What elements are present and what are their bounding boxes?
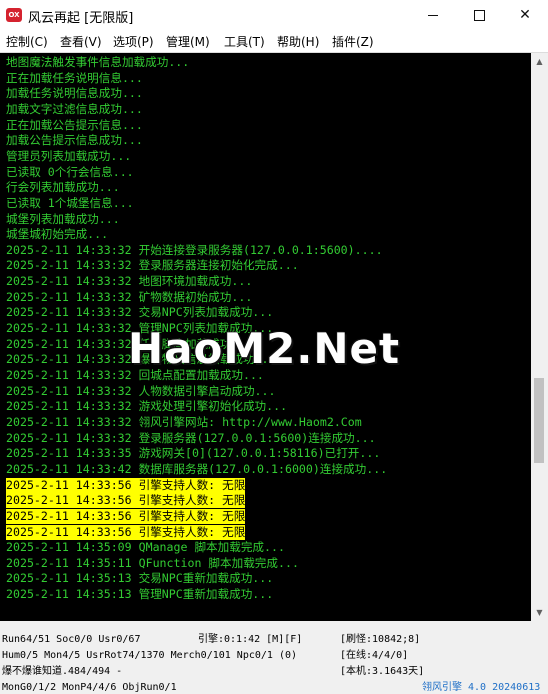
log-line: 行会列表加载成功... [6,180,120,195]
status-machine: [本机:3.1643天] [340,666,425,677]
close-button[interactable]: ✕ [502,0,548,31]
log-line: 2025-2-11 14:33:32 矿物数据初始成功... [6,289,253,304]
log-line: 2025-2-11 14:33:32 人物数据引擎启动成功... [6,383,276,398]
minimize-button[interactable] [410,0,456,31]
window-title: 风云再起 [无限版] [28,11,134,26]
maximize-icon [473,9,485,21]
log-line: 2025-2-11 14:33:42 数据库服务器(127.0.0.1:6000… [6,461,388,476]
status-run: Run64/51 Soc0/0 Usr0/67 [2,634,141,645]
log-line: 2025-2-11 14:33:35 游戏网关[0](127.0.0.1:581… [6,446,381,461]
status-refresh: [刷怪:10842;8] [340,634,421,645]
status-hum: Hum0/5 Mon4/5 UsrRot74/1370 Merch0/101 N… [2,650,298,661]
log-line: 2025-2-11 14:35:13 管理NPC重新加载成功... [6,587,274,602]
log-line: 2025-2-11 14:33:32 翎风引擎网站: http://www.Ha… [6,414,362,429]
maximize-button[interactable] [456,0,502,31]
log-line: 已读取 1个城堡信息... [6,195,134,210]
menu-control[interactable]: 控制(C) [6,33,48,50]
log-line-highlighted: 2025-2-11 14:33:56 引擎支持人数: 无限 [6,493,246,509]
log-line: 管理员列表加载成功... [6,148,132,163]
status-panel: Run64/51 Soc0/0 Usr0/67 引擎:0:1:42 [M][F]… [0,621,548,693]
log-line: 正在加载公告提示信息... [6,117,143,132]
status-note: 爆不爆谁知道.484/494 - [2,666,123,677]
log-line: 2025-2-11 14:33:32 开始连接登录服务器(127.0.0.1:5… [6,242,383,257]
log-line: 加载文字过滤信息成功... [6,101,143,116]
app-icon[interactable]: OX [6,8,22,22]
log-line: 2025-2-11 14:33:32 登录服务器连接初始化完成... [6,258,299,273]
scroll-thumb[interactable] [534,378,544,463]
log-line: 2025-2-11 14:33:32 地图环境加载成功... [6,274,253,289]
status-online: [在线:4/4/0] [340,650,409,661]
close-icon: ✕ [519,7,531,23]
watermark: HaoM2.Net [128,324,401,373]
log-scrollbar[interactable]: ▲ ▼ [531,53,548,621]
menu-help[interactable]: 帮助(H) [277,33,319,50]
log-line-highlighted: 2025-2-11 14:33:56 引擎支持人数: 无限 [6,508,246,524]
log-line: 已读取 0个行会信息... [6,164,134,179]
scroll-up-icon[interactable]: ▲ [531,53,548,70]
log-line: 地图魔法触发事件信息加载成功... [6,55,190,69]
log-line: 2025-2-11 14:35:09 QManage 脚本加载完成... [6,540,285,555]
menu-bar: 控制(C) 查看(V) 选项(P) 管理(M) 工具(T) 帮助(H) 插件(Z… [0,31,548,53]
log-line-highlighted: 2025-2-11 14:33:56 引擎支持人数: 无限 [6,477,246,493]
menu-options[interactable]: 选项(P) [113,33,154,50]
menu-plugins[interactable]: 插件(Z) [332,33,374,50]
title-bar: OX 风云再起 [无限版] ✕ [0,0,548,31]
menu-tools[interactable]: 工具(T) [224,33,265,50]
status-engine: 引擎:0:1:42 [M][F] [198,634,303,645]
log-line: 城堡列表加载成功... [6,211,120,226]
log-line: 加载公告提示信息成功... [6,133,143,148]
status-mon: MonG0/1/2 MonP4/4/6 ObjRun0/1 [2,682,177,693]
log-line: 2025-2-11 14:33:32 游戏处理引擎初始化成功... [6,399,288,414]
menu-manage[interactable]: 管理(M) [166,33,210,50]
status-version: 翎风引擎 4.0 20240613 [422,682,541,693]
scroll-down-icon[interactable]: ▼ [531,604,548,621]
log-line: 2025-2-11 14:35:11 QFunction 脚本加载完成... [6,555,299,570]
log-line: 加载任务说明信息成功... [6,86,143,101]
menu-view[interactable]: 查看(V) [60,33,102,50]
log-line: 正在加载任务说明信息... [6,70,143,85]
log-line: 2025-2-11 14:33:32 交易NPC列表加载成功... [6,305,274,320]
log-line: 2025-2-11 14:33:32 登录服务器(127.0.0.1:5600)… [6,430,376,445]
minimize-icon [428,14,438,16]
log-line: 城堡城初始完成... [6,227,109,242]
log-line-highlighted: 2025-2-11 14:33:56 引擎支持人数: 无限 [6,524,246,540]
log-line: 2025-2-11 14:35:13 交易NPC重新加载成功... [6,571,274,586]
